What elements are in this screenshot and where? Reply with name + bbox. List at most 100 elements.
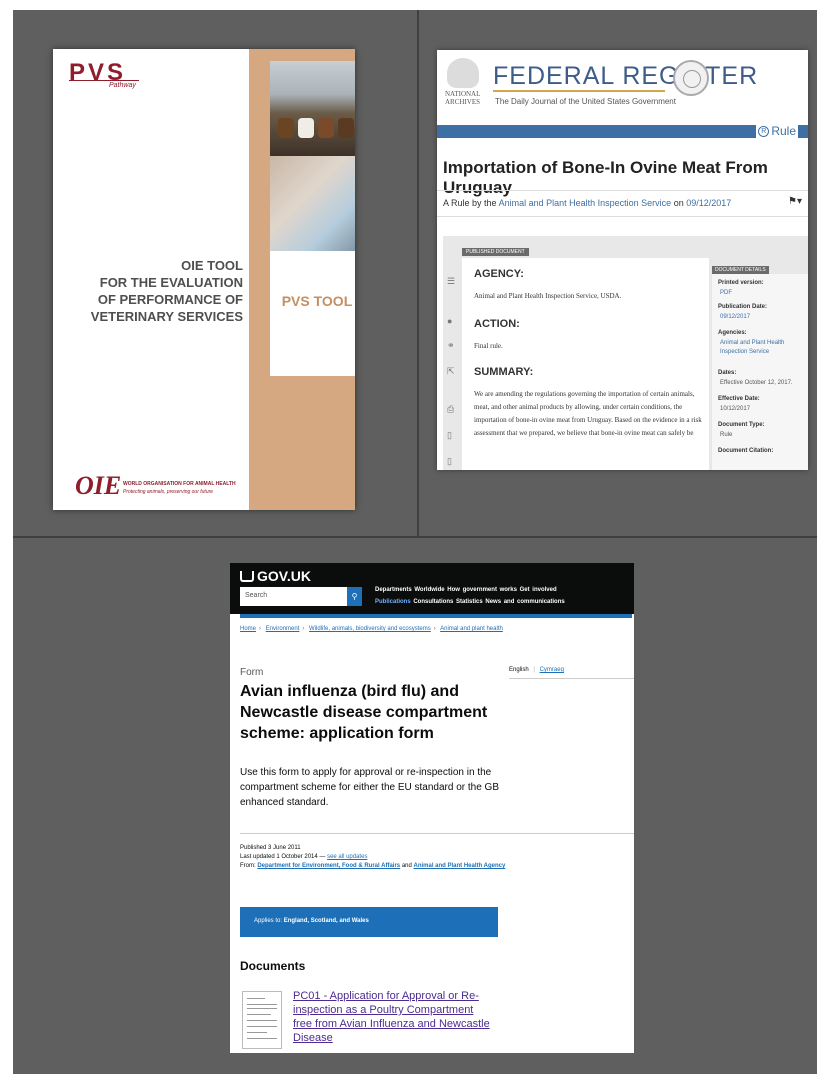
- detail-label: Printed version:: [718, 280, 764, 286]
- cow-shape: [298, 118, 314, 138]
- nav-worldwide[interactable]: Worldwide: [414, 587, 444, 593]
- breadcrumb-wildlife[interactable]: Wildlife, animals, biodiversity and ecos…: [309, 626, 431, 632]
- breadcrumb: Home › Environment › Wildlife, animals, bi…: [240, 626, 503, 632]
- divider: [437, 216, 808, 217]
- agency-text: Animal and Plant Health Inspection Servi…: [474, 292, 622, 300]
- nav-departments[interactable]: Departments: [375, 587, 412, 593]
- defra-link[interactable]: Department for Environment, Food & Rural…: [257, 863, 400, 869]
- federal-register-page: NATIONAL ARCHIVES FEDERAL REGISTER The D…: [437, 50, 808, 470]
- cow-shape: [338, 118, 354, 138]
- detail-label: Document Type:: [718, 422, 765, 428]
- oie-logo: OIE: [75, 471, 122, 500]
- pvs-title-line: OIE TOOL: [181, 258, 243, 273]
- print-icon[interactable]: ⎙: [447, 404, 454, 415]
- apha-link[interactable]: Animal and Plant Health Agency: [414, 863, 506, 869]
- breadcrumb-home[interactable]: Home: [240, 626, 256, 632]
- govuk-nav-primary: Departments Worldwide How government wor…: [375, 587, 557, 593]
- pvs-logo-underline: [69, 80, 139, 81]
- thumbnail-line: [247, 1014, 271, 1015]
- chevron-right-icon: ›: [302, 626, 305, 632]
- nav-get-involved[interactable]: Get involved: [520, 587, 557, 593]
- detail-label: Document Citation:: [718, 448, 774, 454]
- nav-statistics[interactable]: Statistics: [456, 599, 483, 605]
- crown-icon: [240, 571, 254, 582]
- document-text: AGENCY: Animal and Plant Health Inspecti…: [462, 258, 709, 470]
- byline-prefix: A Rule by the: [443, 198, 497, 208]
- pvs-title-line: FOR THE EVALUATION: [99, 275, 243, 290]
- search-icon[interactable]: ⚲: [347, 587, 362, 606]
- rule-label-text: Rule: [771, 124, 796, 138]
- divider: [437, 190, 808, 191]
- byline-agency-link[interactable]: Animal and Plant Health Inspection Servi…: [499, 198, 672, 208]
- chevron-right-icon: ›: [259, 626, 262, 632]
- see-all-updates-link[interactable]: see all updates: [327, 854, 367, 860]
- share-icon[interactable]: ⇱: [447, 366, 455, 377]
- document-details-list: Printed version: PDF Publication Date: 0…: [712, 274, 808, 470]
- thumbnail-line: [247, 1020, 277, 1021]
- detail-label: Publication Date:: [718, 304, 768, 310]
- pvs-title-line: VETERINARY SERVICES: [90, 309, 243, 324]
- document-link[interactable]: PC01 - Application for Approval or Re-in…: [293, 989, 493, 1045]
- govuk-page: GOV.UK Search ⚲ Departments Worldwide Ho…: [230, 563, 634, 1053]
- list-icon[interactable]: ☰: [447, 276, 455, 287]
- last-updated-text: Last updated 1 October 2014 —: [240, 854, 326, 860]
- applies-to-value: England, Scotland, and Wales: [283, 918, 369, 924]
- document-thumbnail[interactable]: [242, 991, 282, 1049]
- oie-organisation-name: WORLD ORGANISATION FOR ANIMAL HEALTH: [123, 481, 236, 487]
- action-text: Final rule.: [474, 342, 503, 350]
- archives-line: NATIONAL: [445, 90, 481, 98]
- govuk-logo[interactable]: GOV.UK: [240, 568, 311, 584]
- document-icon[interactable]: ▯: [447, 430, 452, 441]
- documents-heading: Documents: [240, 959, 306, 973]
- detail-label: Agencies:: [718, 330, 747, 336]
- document-icon[interactable]: ▯: [447, 456, 452, 467]
- pvs-tool-label: PVS TOOL: [281, 293, 353, 309]
- national-archives-label: NATIONAL ARCHIVES: [445, 90, 480, 106]
- cow-shape: [318, 118, 334, 138]
- thumbnail-line: [247, 1038, 277, 1039]
- detail-publication-date-link[interactable]: 09/12/2017: [720, 313, 805, 322]
- pvs-cover-title: OIE TOOL FOR THE EVALUATION OF PERFORMAN…: [63, 257, 243, 325]
- breadcrumb-animal-plant-health[interactable]: Animal and plant health: [440, 626, 503, 632]
- govuk-nav-secondary: Publications Consultations Statistics Ne…: [375, 599, 565, 605]
- nav-consultations[interactable]: Consultations: [413, 599, 453, 605]
- published-document-tab[interactable]: PUBLISHED DOCUMENT: [462, 248, 529, 256]
- rule-badge-icon: R: [758, 126, 770, 138]
- byline-on: on: [673, 198, 684, 208]
- federal-register-title[interactable]: FEDERAL REGISTER: [493, 62, 758, 91]
- last-updated: Last updated 1 October 2014 — see all up…: [240, 853, 510, 862]
- thumbnail-line: [247, 1008, 277, 1009]
- detail-pdf-link[interactable]: PDF: [720, 289, 805, 298]
- federal-register-gold-rule: [493, 90, 665, 92]
- cattle-photo: [270, 61, 355, 156]
- link-icon[interactable]: ⚭: [447, 340, 455, 351]
- detail-agency-link[interactable]: Animal and Plant Health Inspection Servi…: [720, 339, 805, 357]
- divider: [240, 833, 634, 834]
- search-input[interactable]: Search: [240, 587, 347, 606]
- federal-register-blue-bar: [437, 125, 808, 138]
- language-welsh-link[interactable]: Cymraeg: [540, 667, 564, 673]
- byline-date-link[interactable]: 09/12/2017: [686, 198, 731, 208]
- nav-news-and-communications[interactable]: News and communications: [485, 599, 564, 605]
- pvs-title-line: OF PERFORMANCE OF: [97, 292, 243, 307]
- federal-register-subtitle: The Daily Journal of the United States G…: [495, 97, 676, 106]
- from-organisations: From: Department for Environment, Food &…: [240, 862, 510, 871]
- document-body-area: PUBLISHED DOCUMENT ☰ ● ⚭ ⇱ ⎙ ▯ ▯ AGENCY:…: [443, 236, 808, 470]
- breadcrumb-environment[interactable]: Environment: [266, 626, 300, 632]
- page-title: Avian influenza (bird flu) and Newcastle…: [240, 683, 488, 742]
- nav-how-government-works[interactable]: How government works: [447, 587, 517, 593]
- collage-divider-horizontal: [13, 536, 817, 538]
- divider: [509, 678, 634, 679]
- thumbnail-line: [247, 1032, 267, 1033]
- detail-label: Effective Date:: [718, 396, 760, 402]
- thumbnail-line: [247, 1004, 277, 1005]
- document-type-label: Form: [240, 667, 264, 678]
- nav-publications[interactable]: Publications: [375, 599, 411, 605]
- agency-heading: AGENCY:: [474, 268, 524, 280]
- applies-to-banner: Applies to: England, Scotland, and Wales: [240, 907, 498, 937]
- from-and: and: [401, 863, 412, 869]
- language-switcher: English | Cymraeg: [509, 667, 564, 673]
- comment-icon[interactable]: ●: [447, 316, 452, 326]
- flag-icon[interactable]: ⚑▾: [788, 196, 802, 207]
- pvs-cover-tan-panel: PVS TOOL 2019: [249, 49, 355, 510]
